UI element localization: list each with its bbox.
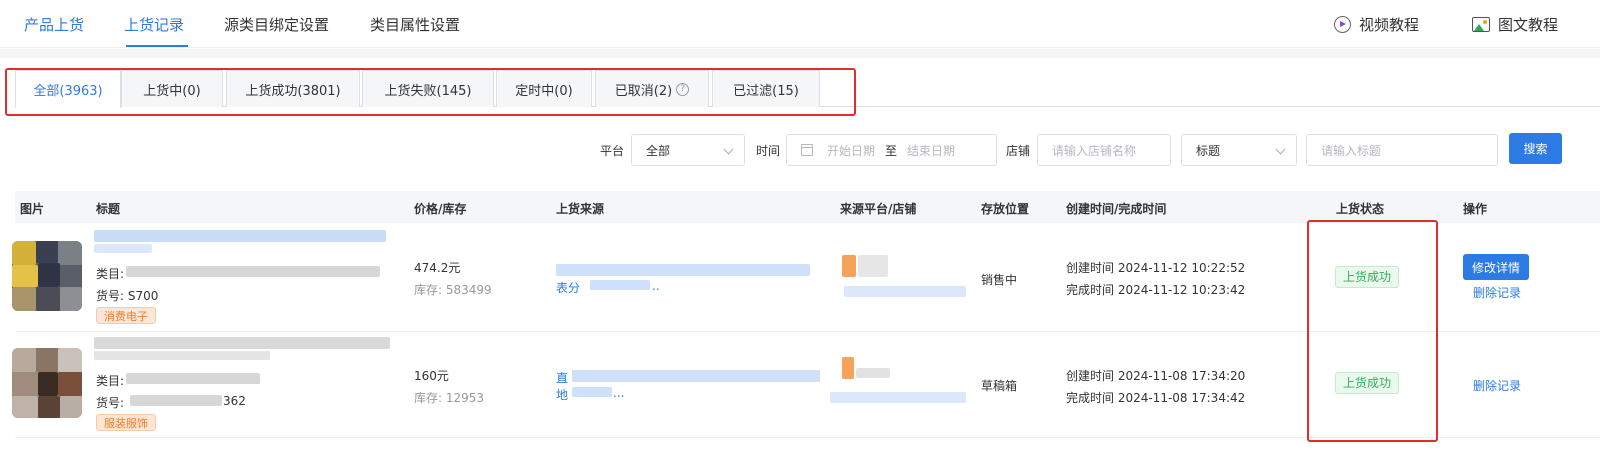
shop-input[interactable]: 请输入店铺名称 xyxy=(1037,134,1171,166)
source-link-more[interactable]: ... xyxy=(613,386,624,400)
stock: 库存: 12953 xyxy=(414,391,485,405)
platform-logo-redacted xyxy=(856,368,890,378)
date-separator: 至 xyxy=(885,143,898,158)
col-time: 创建时间/完成时间 xyxy=(1066,202,1167,216)
platform-label: 平台 xyxy=(600,144,625,158)
shop-name-redacted xyxy=(844,286,966,297)
status-badge: 上货成功 xyxy=(1335,266,1400,288)
col-title: 标题 xyxy=(96,202,121,216)
status-badge: 上货成功 xyxy=(1335,372,1400,394)
title-redacted xyxy=(94,351,270,360)
title-input[interactable]: 请输入标题 xyxy=(1306,134,1498,166)
category-redacted xyxy=(126,373,260,384)
date-range-picker[interactable]: 开始日期 至 结束日期 xyxy=(786,134,997,166)
platform-select-value: 全部 xyxy=(646,143,671,158)
search-button[interactable]: 搜索 xyxy=(1509,133,1562,164)
col-location: 存放位置 xyxy=(981,202,1030,216)
calendar-icon xyxy=(801,144,813,156)
nav-upload-records[interactable]: 上货记录 xyxy=(124,14,184,35)
image-tutorial-link[interactable]: 图文教程 xyxy=(1472,14,1558,35)
tab-uploading[interactable]: 上货中(0) xyxy=(121,70,223,107)
source-link-more[interactable]: .. xyxy=(652,279,660,293)
edit-details-button[interactable]: 修改详情 xyxy=(1463,254,1529,280)
chevron-down-icon xyxy=(1275,144,1286,155)
tab-scheduled[interactable]: 定时中(0) xyxy=(496,70,592,107)
tab-filtered[interactable]: 已过滤(15) xyxy=(712,70,820,107)
field-select-value: 标题 xyxy=(1196,143,1221,158)
price: 474.2元 xyxy=(414,261,461,275)
source-redacted xyxy=(572,387,612,397)
section-divider xyxy=(0,49,1600,58)
source-redacted xyxy=(590,280,650,290)
tab-cancelled-label: 已取消(2) xyxy=(614,83,673,99)
category-tag: 服装服饰 xyxy=(96,414,156,431)
col-status: 上货状态 xyxy=(1336,202,1385,216)
end-date-input[interactable]: 结束日期 xyxy=(907,142,955,159)
nav-category-attributes[interactable]: 类目属性设置 xyxy=(370,14,460,35)
image-icon xyxy=(1472,17,1490,32)
nav-product-upload[interactable]: 产品上货 xyxy=(24,14,84,35)
sku-suffix: 362 xyxy=(223,394,246,408)
platform-logo-redacted xyxy=(842,357,854,379)
category-tag: 消费电子 xyxy=(96,307,156,324)
category-label: 类目: xyxy=(96,374,125,388)
storage-location: 销售中 xyxy=(981,273,1018,287)
image-tutorial-label: 图文教程 xyxy=(1498,16,1559,34)
category-redacted xyxy=(126,266,380,277)
col-source: 上货来源 xyxy=(556,202,605,216)
col-price-stock: 价格/库存 xyxy=(414,202,467,216)
delete-record-link[interactable]: 删除记录 xyxy=(1473,284,1521,301)
status-tabs: 全部(3963) 上货中(0) 上货成功(3801) 上货失败(145) 定时中… xyxy=(15,70,1600,108)
active-nav-underline xyxy=(126,45,188,47)
start-date-input[interactable]: 开始日期 xyxy=(827,142,875,159)
source-link[interactable]: 直 xyxy=(556,369,568,386)
created-time: 创建时间 2024-11-08 17:34:20 xyxy=(1066,369,1246,383)
title-input-placeholder: 请输入标题 xyxy=(1321,143,1382,158)
price: 160元 xyxy=(414,369,449,383)
play-icon xyxy=(1334,16,1351,33)
tab-cancelled[interactable]: 已取消(2) ? xyxy=(595,70,709,107)
title-redacted xyxy=(94,244,152,253)
shop-name-redacted xyxy=(830,392,966,403)
completed-time: 完成时间 2024-11-12 10:23:42 xyxy=(1066,283,1246,297)
col-image: 图片 xyxy=(20,202,45,216)
sku-redacted xyxy=(130,395,222,406)
sku-label: 货号: xyxy=(96,396,125,410)
category-label: 类目: xyxy=(96,267,125,281)
time-label: 时间 xyxy=(756,144,781,158)
shop-label: 店铺 xyxy=(1006,144,1031,158)
source-link[interactable]: 表分 xyxy=(556,279,580,296)
delete-record-link[interactable]: 删除记录 xyxy=(1473,377,1521,394)
platform-select[interactable]: 全部 xyxy=(631,134,745,166)
video-tutorial-link[interactable]: 视频教程 xyxy=(1334,14,1419,35)
shop-input-placeholder: 请输入店铺名称 xyxy=(1052,143,1137,158)
top-nav: 产品上货 上货记录 源类目绑定设置 类目属性设置 视频教程 图文教程 xyxy=(0,0,1600,48)
source-redacted xyxy=(556,264,810,276)
question-icon[interactable]: ? xyxy=(676,82,690,96)
col-source-platform: 来源平台/店铺 xyxy=(840,202,917,216)
completed-time: 完成时间 2024-11-08 17:34:42 xyxy=(1066,391,1246,405)
platform-logo-redacted xyxy=(842,255,856,277)
title-redacted xyxy=(94,230,386,242)
video-tutorial-label: 视频教程 xyxy=(1359,16,1420,34)
nav-source-category-binding[interactable]: 源类目绑定设置 xyxy=(224,14,329,35)
product-thumbnail[interactable] xyxy=(12,348,82,418)
col-actions: 操作 xyxy=(1463,202,1488,216)
platform-logo-redacted xyxy=(858,255,888,277)
row-divider xyxy=(15,437,1600,438)
tab-upload-failed[interactable]: 上货失败(145) xyxy=(362,70,494,107)
tab-upload-success[interactable]: 上货成功(3801) xyxy=(226,70,360,107)
row-divider xyxy=(15,331,1600,332)
created-time: 创建时间 2024-11-12 10:22:52 xyxy=(1066,261,1246,275)
storage-location: 草稿箱 xyxy=(981,379,1018,393)
chevron-down-icon xyxy=(723,144,734,155)
product-thumbnail[interactable] xyxy=(12,241,82,311)
sku-text: 货号: S700 xyxy=(96,289,159,303)
tab-all[interactable]: 全部(3963) xyxy=(15,70,121,108)
title-redacted xyxy=(94,337,390,349)
source-redacted xyxy=(572,370,820,382)
stock: 库存: 583499 xyxy=(414,283,492,297)
field-select[interactable]: 标题 xyxy=(1181,134,1297,166)
source-link-line2[interactable]: 地 xyxy=(556,386,568,403)
